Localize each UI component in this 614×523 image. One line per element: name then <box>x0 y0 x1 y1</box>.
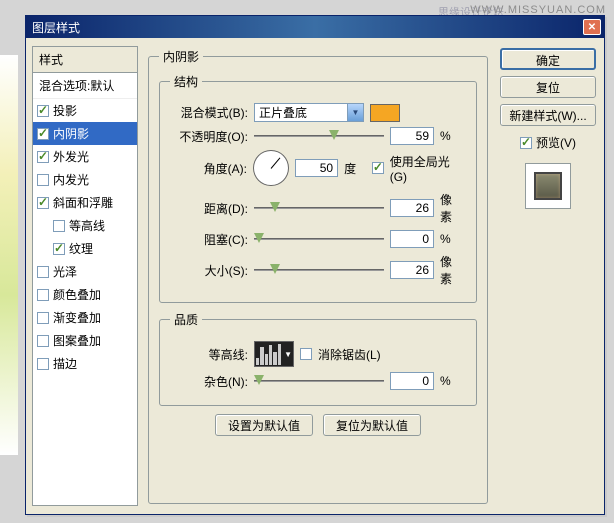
style-label: 图案叠加 <box>53 332 101 349</box>
style-label: 描边 <box>53 355 77 372</box>
style-label: 斜面和浮雕 <box>53 194 113 211</box>
opacity-slider[interactable] <box>254 128 384 144</box>
blend-mode-combo[interactable]: 正片叠底 ▼ <box>254 103 364 122</box>
main-panel: 内阴影 结构 混合模式(B): 正片叠底 ▼ 不透明度(O): <box>144 46 492 506</box>
style-checkbox[interactable] <box>37 335 49 347</box>
style-checkbox[interactable] <box>37 174 49 186</box>
style-row-光泽[interactable]: 光泽 <box>33 260 137 283</box>
make-default-button[interactable]: 设置为默认值 <box>215 414 313 436</box>
structure-legend: 结构 <box>170 73 202 90</box>
style-label: 光泽 <box>53 263 77 280</box>
quality-legend: 品质 <box>170 311 202 328</box>
style-checkbox[interactable] <box>53 220 65 232</box>
preview-swatch <box>525 163 571 209</box>
style-row-描边[interactable]: 描边 <box>33 352 137 375</box>
distance-input[interactable]: 26 <box>390 199 434 217</box>
style-checkbox[interactable] <box>37 105 49 117</box>
panel-title: 内阴影 <box>159 48 203 65</box>
angle-label: 角度(A): <box>170 160 247 177</box>
main-fieldset: 内阴影 结构 混合模式(B): 正片叠底 ▼ 不透明度(O): <box>148 48 488 504</box>
style-row-外发光[interactable]: 外发光 <box>33 145 137 168</box>
style-row-内发光[interactable]: 内发光 <box>33 168 137 191</box>
new-style-button[interactable]: 新建样式(W)... <box>500 104 596 126</box>
distance-label: 距离(D): <box>170 200 248 217</box>
style-label: 内阴影 <box>53 125 89 142</box>
styles-header: 样式 <box>33 47 137 73</box>
spread-slider[interactable] <box>254 231 384 247</box>
style-label: 投影 <box>53 102 77 119</box>
opacity-label: 不透明度(O): <box>170 128 248 145</box>
style-checkbox[interactable] <box>37 312 49 324</box>
style-label: 外发光 <box>53 148 89 165</box>
layer-style-dialog: 图层样式 ✕ 样式 混合选项:默认 投影内阴影外发光内发光斜面和浮雕等高线纹理光… <box>25 15 605 515</box>
style-checkbox[interactable] <box>37 289 49 301</box>
antialias-label: 消除锯齿(L) <box>318 346 381 363</box>
close-icon[interactable]: ✕ <box>583 19 601 35</box>
structure-group: 结构 混合模式(B): 正片叠底 ▼ 不透明度(O): 59 % <box>159 73 477 303</box>
contour-picker[interactable]: ▼ <box>254 341 294 367</box>
shadow-color-swatch[interactable] <box>370 104 400 122</box>
style-label: 颜色叠加 <box>53 286 101 303</box>
noise-slider[interactable] <box>254 373 384 389</box>
quality-group: 品质 等高线: ▼ 消除锯齿(L) 杂色(N): 0 <box>159 311 477 406</box>
angle-input[interactable]: 50 <box>295 159 339 177</box>
cancel-button[interactable]: 复位 <box>500 76 596 98</box>
titlebar[interactable]: 图层样式 ✕ <box>26 16 604 38</box>
blending-options[interactable]: 混合选项:默认 <box>33 73 137 99</box>
style-row-纹理[interactable]: 纹理 <box>33 237 137 260</box>
style-row-渐变叠加[interactable]: 渐变叠加 <box>33 306 137 329</box>
noise-input[interactable]: 0 <box>390 372 434 390</box>
preview-checkbox[interactable] <box>520 137 532 149</box>
style-label: 渐变叠加 <box>53 309 101 326</box>
style-checkbox[interactable] <box>53 243 65 255</box>
spread-label: 阻塞(C): <box>170 231 248 248</box>
antialias-checkbox[interactable] <box>300 348 312 360</box>
background-gradient <box>0 55 18 455</box>
blend-mode-label: 混合模式(B): <box>170 104 248 121</box>
style-row-颜色叠加[interactable]: 颜色叠加 <box>33 283 137 306</box>
global-light-label: 使用全局光(G) <box>390 153 466 184</box>
dialog-title: 图层样式 <box>32 19 80 36</box>
style-label: 纹理 <box>69 240 93 257</box>
style-checkbox[interactable] <box>37 266 49 278</box>
style-checkbox[interactable] <box>37 128 49 140</box>
preview-label: 预览(V) <box>536 134 576 151</box>
style-label: 内发光 <box>53 171 89 188</box>
style-checkbox[interactable] <box>37 197 49 209</box>
ok-button[interactable]: 确定 <box>500 48 596 70</box>
style-row-投影[interactable]: 投影 <box>33 99 137 122</box>
style-row-斜面和浮雕[interactable]: 斜面和浮雕 <box>33 191 137 214</box>
style-row-内阴影[interactable]: 内阴影 <box>33 122 137 145</box>
opacity-input[interactable]: 59 <box>390 127 434 145</box>
style-checkbox[interactable] <box>37 151 49 163</box>
noise-label: 杂色(N): <box>170 373 248 390</box>
contour-label: 等高线: <box>170 346 248 363</box>
style-label: 等高线 <box>69 217 105 234</box>
styles-list: 样式 混合选项:默认 投影内阴影外发光内发光斜面和浮雕等高线纹理光泽颜色叠加渐变… <box>32 46 138 506</box>
distance-slider[interactable] <box>254 200 384 216</box>
global-light-checkbox[interactable] <box>372 162 384 174</box>
spread-input[interactable]: 0 <box>390 230 434 248</box>
style-row-图案叠加[interactable]: 图案叠加 <box>33 329 137 352</box>
chevron-down-icon: ▼ <box>347 104 363 121</box>
style-row-等高线[interactable]: 等高线 <box>33 214 137 237</box>
angle-dial[interactable] <box>253 150 289 186</box>
reset-default-button[interactable]: 复位为默认值 <box>323 414 421 436</box>
size-input[interactable]: 26 <box>390 261 434 279</box>
size-slider[interactable] <box>254 262 384 278</box>
right-panel: 确定 复位 新建样式(W)... 预览(V) <box>498 46 598 506</box>
size-label: 大小(S): <box>170 262 248 279</box>
style-checkbox[interactable] <box>37 358 49 370</box>
